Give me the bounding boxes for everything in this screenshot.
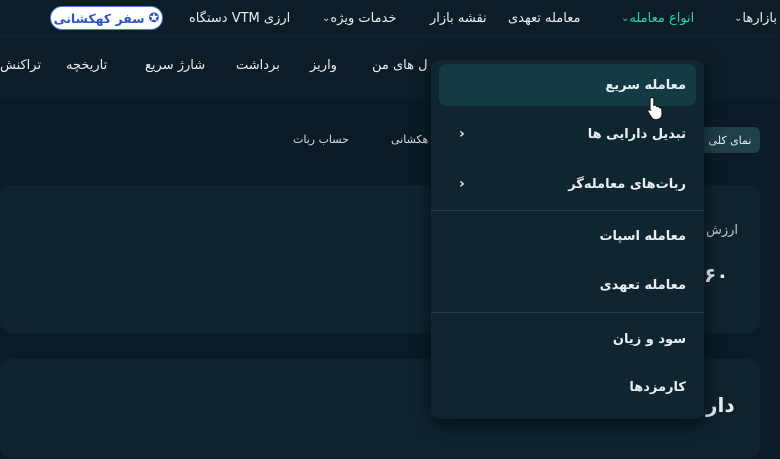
subnav-transactions[interactable]: تراکنش: [0, 58, 41, 73]
value-number: ۶۰: [704, 263, 729, 287]
menu-item-spot-trade[interactable]: معامله اسپات: [439, 215, 696, 257]
menu-item-futures-trade[interactable]: معامله تعهدی: [439, 264, 696, 306]
menu-item-profit-loss-label: سود و زیان: [612, 331, 686, 347]
nav-special-services[interactable]: ⌄ خدمات ویژه: [316, 0, 396, 36]
menu-divider: [431, 312, 704, 313]
nav-vtm-label: دستگاه VTM ارزی: [189, 10, 291, 26]
star-icon: ✪: [148, 10, 160, 26]
chevron-down-icon: ⌄: [322, 12, 331, 24]
nav-market-map-label: نقشه بازار: [430, 10, 487, 26]
menu-divider: [431, 210, 704, 211]
subnav-quick-charge[interactable]: شارژ سریع: [145, 58, 205, 73]
nav-markets[interactable]: ⌄ بازارها: [728, 0, 777, 36]
value-label: ارزش: [706, 223, 739, 238]
menu-item-trading-bots[interactable]: › ربات‌های معامله‌گر: [439, 163, 696, 205]
subnav-withdraw[interactable]: برداشت: [236, 58, 280, 73]
menu-item-quick-trade-label: معامله سریع: [605, 77, 686, 93]
menu-item-profit-loss[interactable]: سود و زیان: [439, 318, 696, 360]
menu-item-spot-trade-label: معامله اسپات: [599, 228, 686, 244]
nav-futures-label: معامله تعهدی: [508, 10, 581, 26]
nav-markets-label: بازارها: [742, 10, 777, 26]
menu-item-futures-trade-label: معامله تعهدی: [599, 277, 686, 293]
galaxy-trip-button[interactable]: سفر کهکشانی ✪: [50, 6, 163, 30]
menu-item-convert-assets-label: تبدیل دارایی ها: [587, 126, 686, 142]
chevron-down-icon: ⌄: [621, 12, 630, 24]
nav-futures[interactable]: معامله تعهدی: [508, 0, 580, 36]
chevron-right-icon: ›: [459, 176, 465, 192]
galaxy-trip-label: سفر کهکشانی: [53, 10, 145, 26]
menu-item-fees-label: کارمزدها: [629, 379, 686, 395]
chevron-down-icon: ⌄: [734, 12, 743, 24]
chevron-right-icon: ›: [459, 126, 465, 142]
nav-trade-types-label: انواع معامله: [629, 10, 695, 26]
tab-galaxy[interactable]: هکشانی: [391, 133, 428, 146]
subnav-deposit[interactable]: واریز: [310, 58, 337, 73]
subnav-my-assets[interactable]: ل های من: [372, 58, 428, 73]
subnav-history[interactable]: تاریخچه: [66, 58, 107, 73]
nav-vtm[interactable]: دستگاه VTM ارزی: [189, 0, 290, 36]
nav-market-map[interactable]: نقشه بازار: [430, 0, 487, 36]
menu-item-trading-bots-label: ربات‌های معامله‌گر: [568, 176, 686, 192]
nav-special-services-label: خدمات ویژه: [330, 10, 397, 26]
nav-trade-types[interactable]: ⌄ انواع معامله: [615, 0, 694, 36]
tab-overview-label: نمای کلی: [708, 133, 752, 147]
hand-cursor-icon: [647, 96, 663, 120]
assets-label: دار: [706, 393, 735, 417]
tab-bot-account[interactable]: حساب ربات: [293, 133, 349, 146]
menu-item-fees[interactable]: کارمزدها: [439, 366, 696, 408]
tab-overview[interactable]: نمای کلی: [700, 127, 760, 153]
